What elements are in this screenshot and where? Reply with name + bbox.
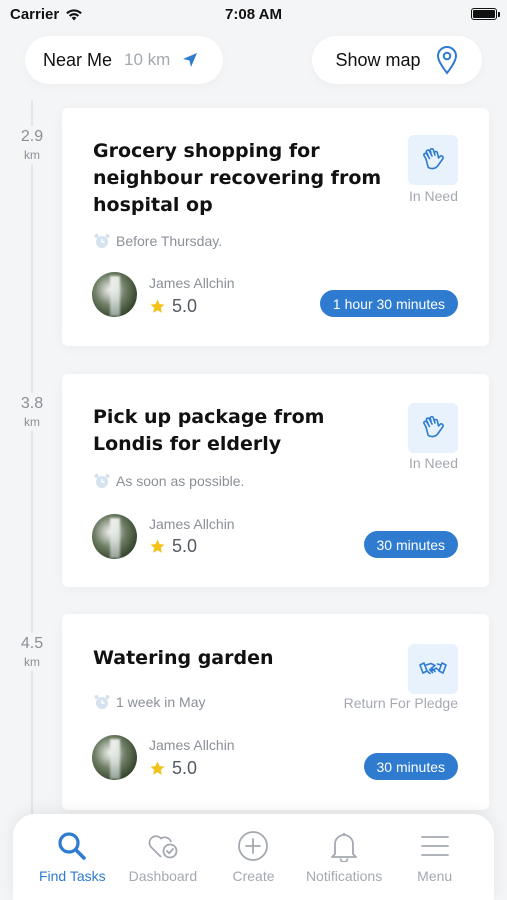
- duration-badge: 30 minutes: [363, 753, 458, 780]
- task-deadline: As soon as possible.: [93, 472, 244, 490]
- alarm-clock-icon: [94, 695, 110, 709]
- deadline-text: As soon as possible.: [116, 473, 245, 489]
- distance-unit: km: [24, 148, 40, 162]
- tab-label: Dashboard: [128, 868, 198, 884]
- tab-label: Notifications: [305, 868, 383, 884]
- task-title: Watering garden: [93, 647, 274, 669]
- tab-menu[interactable]: Menu: [392, 828, 478, 884]
- tab-find-tasks[interactable]: Find Tasks: [29, 828, 115, 884]
- rating-value: 5.0: [172, 536, 198, 556]
- deadline-text: 1 week in May: [116, 694, 206, 710]
- category-label: Return For Pledge: [343, 695, 458, 711]
- distance-value: 3.8: [20, 395, 44, 412]
- user-rating: 5.0: [149, 296, 197, 317]
- user-name: James Allchin: [149, 275, 235, 291]
- user-name: James Allchin: [149, 516, 235, 532]
- distance-value: 4.5: [20, 635, 44, 652]
- search-icon: [54, 828, 90, 864]
- wifi-icon: [66, 8, 83, 20]
- task-title: Grocery shopping for neighbour recoverin…: [93, 140, 382, 216]
- task-card[interactable]: Grocery shopping for neighbour recoverin…: [62, 108, 489, 346]
- star-icon: [150, 761, 165, 775]
- distance-marker: 4.5 km: [12, 633, 52, 671]
- task-card[interactable]: Watering garden Return For Pledge 1 week…: [62, 614, 489, 810]
- category-badge: [408, 644, 458, 694]
- rating-value: 5.0: [172, 296, 198, 316]
- hamburger-icon: [417, 828, 453, 864]
- category-label: In Need: [408, 455, 458, 471]
- handshake-icon: [419, 662, 447, 675]
- tab-label: Menu: [417, 868, 453, 884]
- alarm-clock-icon: [94, 474, 110, 488]
- avatar[interactable]: [92, 514, 137, 559]
- location-arrow-icon: [183, 53, 198, 67]
- near-me-label: Near Me: [43, 49, 113, 70]
- user-rating: 5.0: [149, 758, 197, 779]
- status-bar: Carrier 7:08 AM: [0, 0, 507, 28]
- tab-label: Create: [232, 868, 275, 884]
- duration-badge: 30 minutes: [363, 531, 458, 558]
- carrier-label: Carrier: [10, 5, 60, 23]
- duration-badge: 1 hour 30 minutes: [319, 290, 458, 317]
- plus-circle-icon: [235, 828, 271, 864]
- category-label: In Need: [408, 188, 458, 204]
- category-badge: [408, 403, 458, 453]
- distance-marker: 2.9 km: [12, 126, 52, 164]
- deadline-text: Before Thursday.: [116, 233, 223, 249]
- distance-value: 2.9: [20, 128, 44, 145]
- tab-dashboard[interactable]: Dashboard: [120, 828, 206, 884]
- hand-icon: [423, 147, 444, 170]
- battery-icon: [471, 8, 500, 20]
- bell-icon: [326, 828, 362, 864]
- rating-value: 5.0: [172, 758, 198, 778]
- alarm-clock-icon: [94, 234, 110, 248]
- show-map-label: Show map: [335, 49, 421, 70]
- tab-create[interactable]: Create: [210, 828, 296, 884]
- task-card[interactable]: Pick up package from Londis for elderly …: [62, 374, 489, 587]
- radius-value: 10 km: [124, 50, 171, 69]
- tab-bar: Find Tasks Dashboard Create Notification…: [13, 814, 494, 900]
- task-deadline: Before Thursday.: [93, 232, 222, 250]
- user-name: James Allchin: [149, 737, 235, 753]
- star-icon: [150, 539, 165, 553]
- avatar[interactable]: [92, 272, 137, 317]
- distance-unit: km: [24, 415, 40, 429]
- tab-label: Find Tasks: [38, 868, 106, 884]
- distance-unit: km: [24, 655, 40, 669]
- task-title: Pick up package from Londis for elderly: [93, 406, 325, 455]
- filter-bar: Near Me 10 km Show map: [0, 28, 507, 92]
- tab-notifications[interactable]: Notifications: [301, 828, 387, 884]
- star-icon: [150, 299, 165, 313]
- avatar[interactable]: [92, 735, 137, 780]
- hand-icon: [423, 415, 444, 438]
- show-map-button[interactable]: Show map: [312, 36, 482, 84]
- distance-marker: 3.8 km: [12, 393, 52, 431]
- user-rating: 5.0: [149, 536, 197, 557]
- near-me-filter[interactable]: Near Me 10 km: [25, 36, 223, 84]
- distance-timeline: [31, 100, 33, 820]
- task-deadline: 1 week in May: [93, 693, 205, 711]
- map-pin-icon: [436, 46, 457, 75]
- category-badge: [408, 135, 458, 185]
- carrier-group: Carrier: [10, 6, 83, 23]
- heart-check-icon: [145, 828, 181, 864]
